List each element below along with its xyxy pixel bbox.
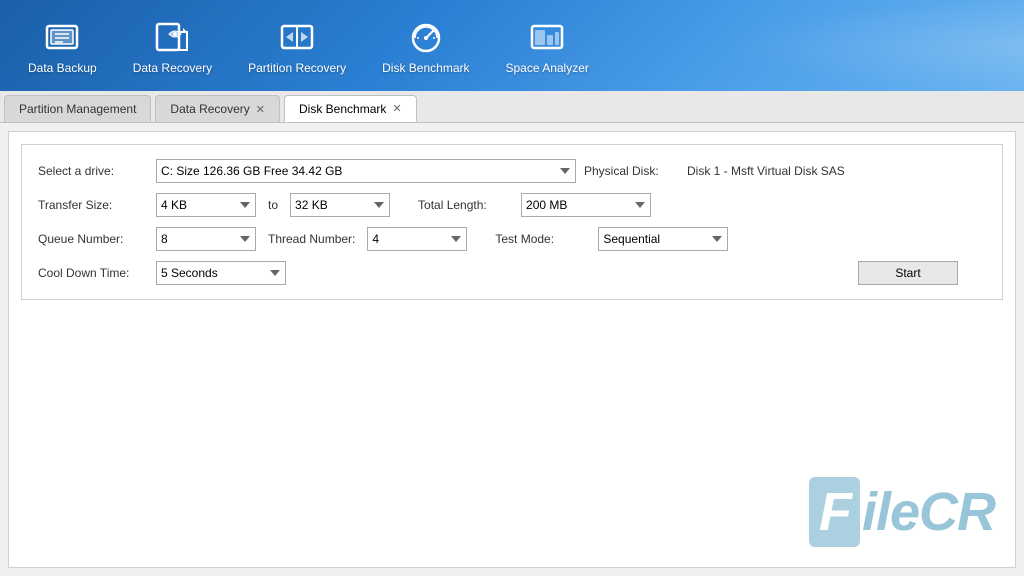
- test-mode-label: Test Mode:: [495, 232, 590, 246]
- tab-partition-management-label: Partition Management: [19, 102, 136, 116]
- queue-number-label: Queue Number:: [38, 232, 148, 246]
- thread-number-label: Thread Number:: [264, 232, 359, 246]
- space-icon: [527, 17, 567, 57]
- total-length-select[interactable]: 200 MB: [521, 193, 651, 217]
- physical-disk-value: Disk 1 - Msft Virtual Disk SAS: [687, 164, 845, 178]
- total-length-wrapper: 200 MB: [521, 193, 651, 217]
- form-section: Select a drive: C: Size 126.36 GB Free 3…: [21, 144, 1003, 300]
- transfer-size-to-select[interactable]: 32 KB: [290, 193, 390, 217]
- row-cooldown: Cool Down Time: 5 Seconds Start: [38, 261, 986, 285]
- toolbar-data-recovery[interactable]: Data Recovery: [115, 9, 230, 83]
- physical-disk-label: Physical Disk:: [584, 164, 679, 178]
- toolbar-backup-label: Data Backup: [28, 61, 97, 75]
- watermark: F ileCR: [809, 477, 995, 547]
- queue-number-wrapper: 8: [156, 227, 256, 251]
- to-label: to: [264, 198, 282, 212]
- start-button[interactable]: Start: [858, 261, 958, 285]
- row-queue: Queue Number: 8 Thread Number: 4 Test Mo…: [38, 227, 986, 251]
- tab-data-recovery-close[interactable]: ✕: [256, 103, 265, 116]
- drive-select-wrapper: C: Size 126.36 GB Free 34.42 GB: [156, 159, 576, 183]
- test-mode-wrapper: Sequential: [598, 227, 728, 251]
- toolbar-space-label: Space Analyzer: [506, 61, 589, 75]
- transfer-to-wrapper: 32 KB: [290, 193, 390, 217]
- toolbar-benchmark-label: Disk Benchmark: [382, 61, 469, 75]
- test-mode-group: Test Mode: Sequential: [495, 227, 728, 251]
- benchmark-icon: [406, 17, 446, 57]
- total-length-label: Total Length:: [418, 198, 513, 212]
- toolbar-data-backup[interactable]: Data Backup: [10, 9, 115, 83]
- transfer-size-from-select[interactable]: 4 KB: [156, 193, 256, 217]
- toolbar-space-analyzer[interactable]: Space Analyzer: [488, 9, 607, 83]
- row-drive: Select a drive: C: Size 126.36 GB Free 3…: [38, 159, 986, 183]
- tab-disk-benchmark[interactable]: Disk Benchmark ✕: [284, 95, 417, 122]
- watermark-box: F: [809, 477, 860, 547]
- watermark-text: ileCR: [862, 481, 995, 543]
- tab-disk-benchmark-label: Disk Benchmark: [299, 102, 386, 116]
- cool-down-label: Cool Down Time:: [38, 266, 148, 280]
- tab-data-recovery-label: Data Recovery: [170, 102, 249, 116]
- transfer-from-wrapper: 4 KB: [156, 193, 256, 217]
- transfer-size-label: Transfer Size:: [38, 198, 148, 212]
- total-length-group: Total Length: 200 MB: [418, 193, 651, 217]
- main-content: Select a drive: C: Size 126.36 GB Free 3…: [8, 131, 1016, 568]
- select-drive-label: Select a drive:: [38, 164, 148, 178]
- tab-partition-management[interactable]: Partition Management: [4, 95, 151, 122]
- toolbar-partition-label: Partition Recovery: [248, 61, 346, 75]
- thread-number-select[interactable]: 4: [367, 227, 467, 251]
- toolbar-disk-benchmark[interactable]: Disk Benchmark: [364, 9, 487, 83]
- tab-bar: Partition Management Data Recovery ✕ Dis…: [0, 91, 1024, 123]
- partition-icon: [277, 17, 317, 57]
- cool-down-select[interactable]: 5 Seconds: [156, 261, 286, 285]
- queue-number-select[interactable]: 8: [156, 227, 256, 251]
- tab-disk-benchmark-close[interactable]: ✕: [392, 102, 401, 115]
- row-transfer: Transfer Size: 4 KB to 32 KB Total Lengt…: [38, 193, 986, 217]
- cool-down-wrapper: 5 Seconds: [156, 261, 286, 285]
- test-mode-select[interactable]: Sequential: [598, 227, 728, 251]
- backup-icon: [42, 17, 82, 57]
- toolbar: Data Backup Data Recovery Partition Reco…: [0, 0, 1024, 91]
- thread-number-wrapper: 4: [367, 227, 467, 251]
- toolbar-partition-recovery[interactable]: Partition Recovery: [230, 9, 364, 83]
- drive-select[interactable]: C: Size 126.36 GB Free 34.42 GB: [156, 159, 576, 183]
- tab-data-recovery[interactable]: Data Recovery ✕: [155, 95, 280, 122]
- recovery-icon: [152, 17, 192, 57]
- toolbar-recovery-label: Data Recovery: [133, 61, 212, 75]
